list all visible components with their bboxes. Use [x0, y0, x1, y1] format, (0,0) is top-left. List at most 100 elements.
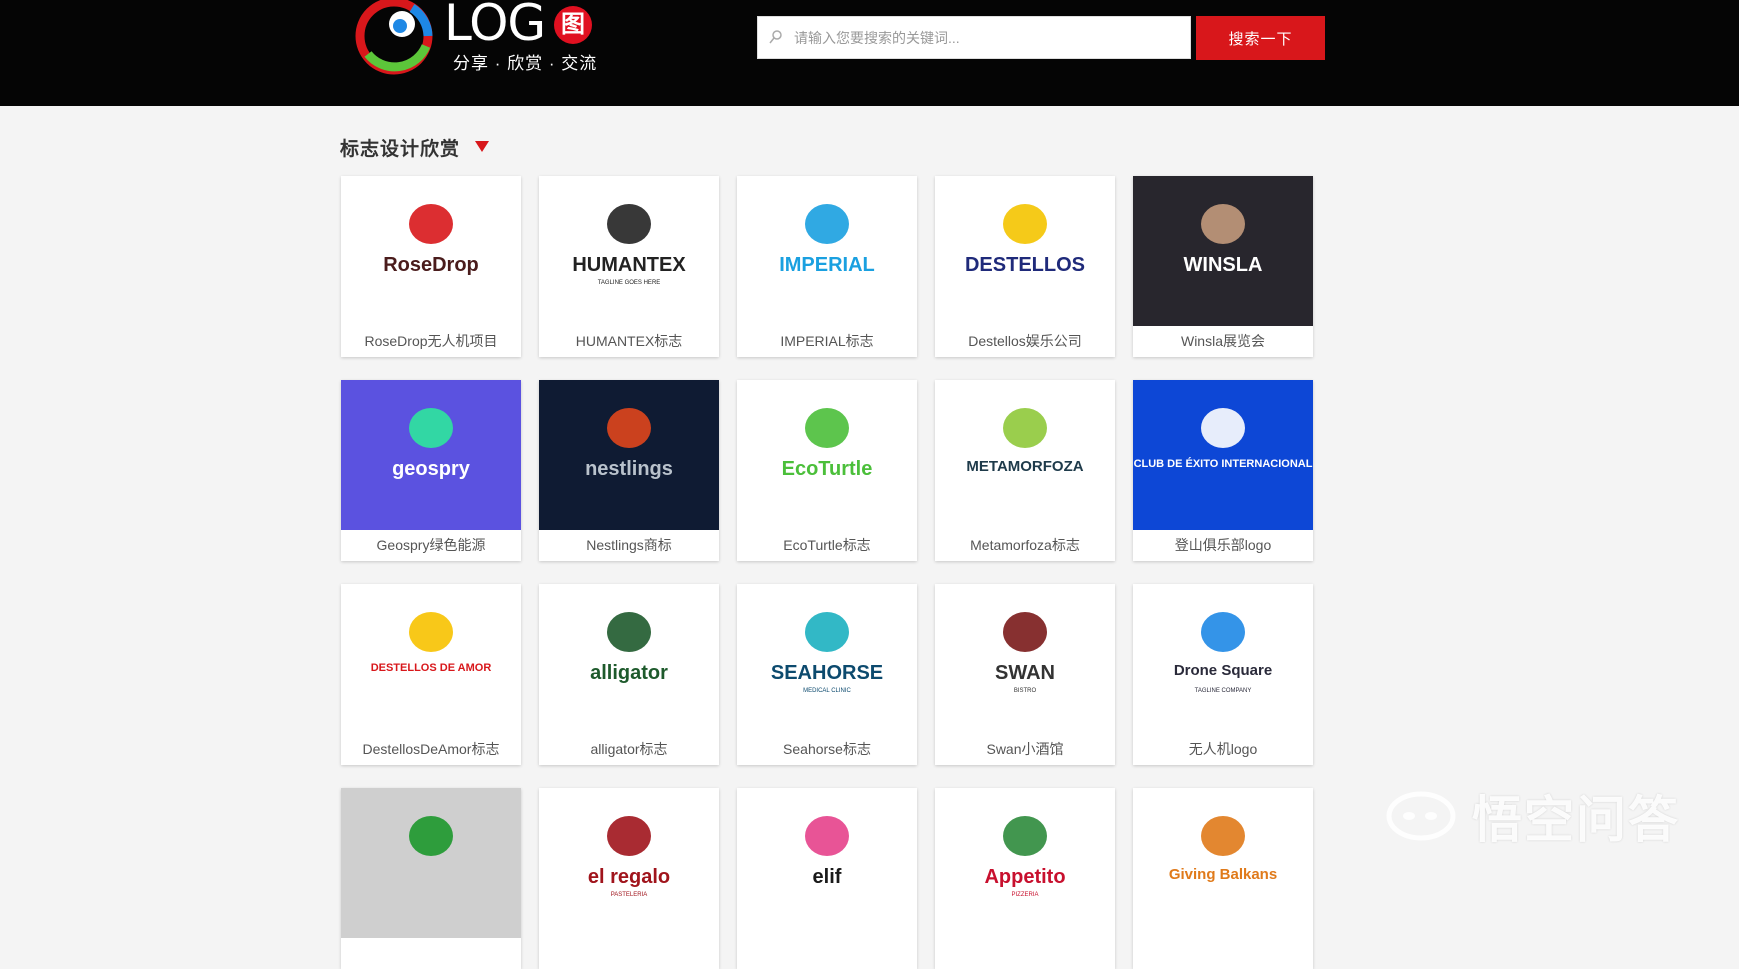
logo-tagline-text: PIZZERIA	[1011, 892, 1039, 898]
logo-card[interactable]: CLUB DE ÉXITO INTERNACIONAL 登山俱乐部logo	[1133, 380, 1313, 561]
site-header: LOG 图 分享 · 欣赏 · 交流 搜索一下	[0, 0, 1739, 106]
logo-tagline-text: MEDICAL CLINIC	[803, 688, 851, 694]
search-button[interactable]: 搜索一下	[1196, 16, 1325, 60]
logo-thumbnail[interactable]: DESTELLOS	[935, 176, 1115, 326]
logo-brand-text: CLUB DE ÉXITO INTERNACIONAL	[1133, 458, 1313, 470]
logo-caption[interactable]	[1133, 938, 1313, 969]
logo-mark-icon	[607, 204, 651, 244]
site-logo[interactable]: LOG 图 分享 · 欣赏 · 交流	[352, 0, 596, 80]
logo-thumbnail[interactable]: WINSLA	[1133, 176, 1313, 326]
logo-brand-text: SWAN	[995, 662, 1055, 684]
logo-tagline-text: BISTRO	[1013, 688, 1037, 694]
logo-tagline-text: PASTELERIA	[610, 892, 648, 898]
logo-caption[interactable]	[539, 938, 719, 969]
search-input[interactable]	[788, 17, 1183, 58]
logo-thumbnail[interactable]: geospry	[341, 380, 521, 530]
logo-caption[interactable]	[341, 938, 521, 969]
search-icon	[769, 30, 782, 44]
logo-caption[interactable]: alligator标志	[539, 734, 719, 765]
logo-card[interactable]: Giving Balkans	[1133, 788, 1313, 969]
logo-caption[interactable]: Geospry绿色能源	[341, 530, 521, 561]
logo-caption[interactable]: 登山俱乐部logo	[1133, 530, 1313, 561]
logo-caption[interactable]: Winsla展览会	[1133, 326, 1313, 357]
logo-thumbnail[interactable]: alligator	[539, 584, 719, 734]
logo-thumbnail[interactable]: Giving Balkans	[1133, 788, 1313, 938]
logo-caption[interactable]: EcoTurtle标志	[737, 530, 917, 561]
logo-brand-text: HUMANTEX	[572, 254, 686, 276]
logo-card[interactable]: DESTELLOS Destellos娱乐公司	[935, 176, 1115, 357]
logo-caption[interactable]: RoseDrop无人机项目	[341, 326, 521, 357]
logo-thumbnail[interactable]: SWAN BISTRO	[935, 584, 1115, 734]
logo-card[interactable]: Appetito PIZZERIA	[935, 788, 1115, 969]
logo-brand-text: DESTELLOS DE AMOR	[370, 662, 492, 674]
logo-tagline-text: TAGLINE COMPANY	[1194, 688, 1252, 694]
logo-card[interactable]: DESTELLOS DE AMOR DestellosDeAmor标志	[341, 584, 521, 765]
logo-caption[interactable]: Metamorfoza标志	[935, 530, 1115, 561]
logo-thumbnail[interactable]: CLUB DE ÉXITO INTERNACIONAL	[1133, 380, 1313, 530]
logo-thumbnail[interactable]: Appetito PIZZERIA	[935, 788, 1115, 938]
logo-mark-icon	[1201, 816, 1245, 856]
logo-card[interactable]: SWAN BISTRO Swan小酒馆	[935, 584, 1115, 765]
logo-caption[interactable]	[737, 938, 917, 969]
logo-thumbnail[interactable]: nestlings	[539, 380, 719, 530]
logo-brand-text: DESTELLOS	[964, 254, 1085, 276]
logo-thumbnail[interactable]: el regalo PASTELERIA	[539, 788, 719, 938]
logo-thumbnail[interactable]: RoseDrop	[341, 176, 521, 326]
logo-caption[interactable]	[935, 938, 1115, 969]
logo-card[interactable]: SEAHORSE MEDICAL CLINIC Seahorse标志	[737, 584, 917, 765]
logo-thumbnail[interactable]: EcoTurtle	[737, 380, 917, 530]
logo-brand-text: WINSLA	[1183, 254, 1263, 276]
logo-mark-icon	[607, 612, 651, 652]
logo-caption[interactable]: 无人机logo	[1133, 734, 1313, 765]
triangle-down-icon[interactable]	[475, 141, 489, 152]
watermark: 悟空问答	[1385, 778, 1715, 848]
logo-card[interactable]: el regalo PASTELERIA	[539, 788, 719, 969]
logo-caption[interactable]: Swan小酒馆	[935, 734, 1115, 765]
logo-card[interactable]: EcoTurtle EcoTurtle标志	[737, 380, 917, 561]
logo-thumbnail[interactable]: SEAHORSE MEDICAL CLINIC	[737, 584, 917, 734]
logo-caption[interactable]: Seahorse标志	[737, 734, 917, 765]
logo-card[interactable]: geospry Geospry绿色能源	[341, 380, 521, 561]
logo-card[interactable]: Drone Square TAGLINE COMPANY 无人机logo	[1133, 584, 1313, 765]
logo-card[interactable]: IMPERIAL IMPERIAL标志	[737, 176, 917, 357]
logo-mark-icon	[805, 408, 849, 448]
logo-tagline-text: TAGLINE GOES HERE	[597, 280, 661, 286]
logo-thumbnail[interactable]: IMPERIAL	[737, 176, 917, 326]
logo-mark-icon	[409, 816, 453, 856]
logo-eye-icon	[355, 0, 433, 75]
logo-card[interactable]: METAMORFOZA Metamorfoza标志	[935, 380, 1115, 561]
logo-thumbnail[interactable]: HUMANTEX TAGLINE GOES HERE	[539, 176, 719, 326]
logo-brand-text: IMPERIAL	[779, 254, 875, 276]
logo-card[interactable]: nestlings Nestlings商标	[539, 380, 719, 561]
logo-slogan: 分享 · 欣赏 · 交流	[453, 54, 598, 73]
logo-card[interactable]	[341, 788, 521, 969]
logo-caption[interactable]: Nestlings商标	[539, 530, 719, 561]
logo-thumbnail[interactable]	[341, 788, 521, 938]
watermark-text: 悟空问答	[1472, 792, 1680, 848]
logo-card[interactable]: HUMANTEX TAGLINE GOES HERE HUMANTEX标志	[539, 176, 719, 357]
logo-card[interactable]: elif	[737, 788, 917, 969]
logo-card[interactable]: WINSLA Winsla展览会	[1133, 176, 1313, 357]
logo-thumbnail[interactable]: elif	[737, 788, 917, 938]
logo-caption[interactable]: IMPERIAL标志	[737, 326, 917, 357]
logo-card[interactable]: RoseDrop RoseDrop无人机项目	[341, 176, 521, 357]
logo-brand-text: nestlings	[585, 458, 673, 480]
logo-mark-icon	[805, 612, 849, 652]
logo-thumbnail[interactable]: DESTELLOS DE AMOR	[341, 584, 521, 734]
logo-caption[interactable]: DestellosDeAmor标志	[341, 734, 521, 765]
logo-caption[interactable]: HUMANTEX标志	[539, 326, 719, 357]
logo-brand-text: Appetito	[984, 866, 1066, 888]
logo-brand-text: el regalo	[587, 866, 671, 888]
logo-card[interactable]: alligator alligator标志	[539, 584, 719, 765]
logo-caption[interactable]: Destellos娱乐公司	[935, 326, 1115, 357]
search-box	[757, 16, 1191, 59]
logo-mark-icon	[1003, 816, 1047, 856]
logo-brand-text: RoseDrop	[383, 254, 479, 276]
logo-mark-icon	[607, 408, 651, 448]
logo-mark-icon	[409, 408, 453, 448]
logo-thumbnail[interactable]: METAMORFOZA	[935, 380, 1115, 530]
logo-brand-text: alligator	[590, 662, 668, 684]
logo-mark-icon	[1003, 612, 1047, 652]
logo-brand-text: EcoTurtle	[781, 458, 873, 480]
logo-thumbnail[interactable]: Drone Square TAGLINE COMPANY	[1133, 584, 1313, 734]
